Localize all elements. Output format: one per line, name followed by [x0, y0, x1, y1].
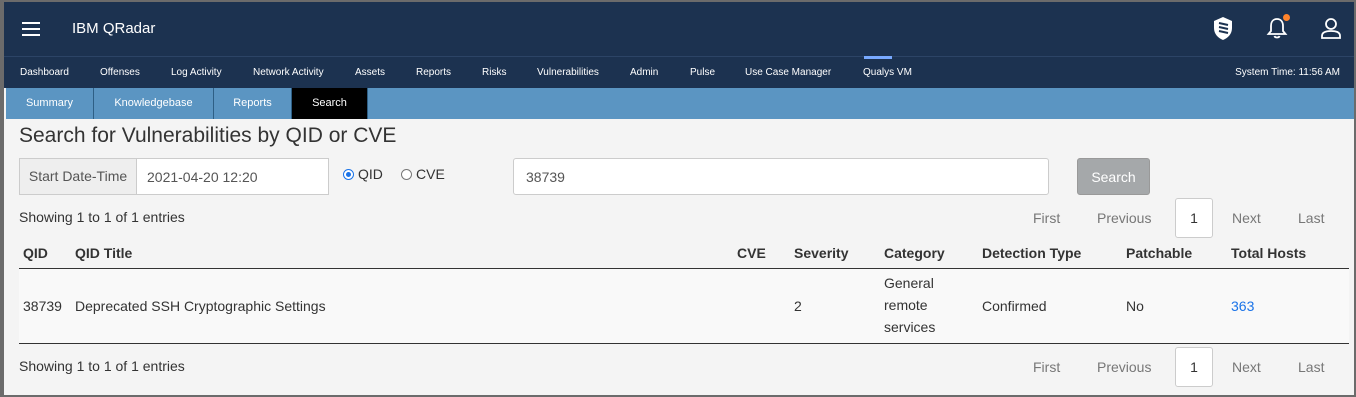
sub-tab-bar: Summary Knowledgebase Reports Search — [6, 88, 1354, 119]
nav-item-qualys-vm[interactable]: Qualys VM — [863, 67, 912, 78]
pager-page-1-bottom[interactable]: 1 — [1175, 347, 1213, 387]
radio-cve[interactable]: CVE — [401, 166, 445, 182]
top-bar: IBM QRadar — [4, 2, 1354, 56]
shield-app-icon[interactable] — [1210, 15, 1236, 41]
radio-cve-circle[interactable] — [401, 168, 412, 180]
system-time: System Time: 11:56 AM — [1235, 67, 1340, 78]
entries-info-top: Showing 1 to 1 of 1 entries — [19, 209, 185, 225]
column-header-severity[interactable]: Severity — [794, 245, 848, 261]
start-date-label: Start Date-Time — [20, 159, 137, 194]
notification-badge — [1283, 14, 1290, 21]
app-title: IBM QRadar — [72, 20, 156, 37]
radio-qid-label: QID — [358, 166, 383, 182]
pager-first-top[interactable]: First — [1033, 210, 1060, 226]
tab-knowledgebase[interactable]: Knowledgebase — [94, 88, 214, 119]
pager-previous-bottom[interactable]: Previous — [1097, 359, 1151, 375]
column-header-qid[interactable]: QID — [23, 245, 48, 261]
column-header-patchable[interactable]: Patchable — [1126, 245, 1192, 261]
app-window: IBM QRadar Dashboard Offenses Log Activi… — [0, 0, 1356, 397]
column-header-category[interactable]: Category — [884, 245, 945, 261]
pager-next-top[interactable]: Next — [1232, 210, 1261, 226]
pager-last-bottom[interactable]: Last — [1298, 359, 1324, 375]
cell-detection-type: Confirmed — [982, 298, 1047, 314]
nav-item-reports[interactable]: Reports — [416, 67, 451, 78]
table-row: 38739 Deprecated SSH Cryptographic Setti… — [19, 269, 1349, 343]
nav-item-vulnerabilities[interactable]: Vulnerabilities — [537, 67, 599, 78]
tab-search[interactable]: Search — [292, 88, 368, 119]
total-hosts-link[interactable]: 363 — [1231, 295, 1254, 317]
pager-first-bottom[interactable]: First — [1033, 359, 1060, 375]
search-button[interactable]: Search — [1077, 158, 1150, 195]
active-nav-indicator — [864, 56, 892, 59]
column-header-qid-title[interactable]: QID Title — [75, 245, 132, 261]
nav-item-use-case-manager[interactable]: Use Case Manager — [745, 67, 831, 78]
cell-qid: 38739 — [23, 298, 62, 314]
nav-item-admin[interactable]: Admin — [630, 67, 658, 78]
nav-item-assets[interactable]: Assets — [355, 67, 385, 78]
nav-item-pulse[interactable]: Pulse — [690, 67, 715, 78]
column-header-total-hosts[interactable]: Total Hosts — [1231, 245, 1306, 261]
nav-item-offenses[interactable]: Offenses — [100, 67, 140, 78]
radio-qid[interactable]: QID — [343, 166, 383, 182]
menu-icon[interactable] — [22, 22, 40, 36]
pager-page-1-top[interactable]: 1 — [1175, 198, 1213, 238]
start-date-input[interactable] — [137, 159, 328, 194]
nav-item-log-activity[interactable]: Log Activity — [171, 67, 222, 78]
cell-category-line-1: General — [884, 275, 934, 291]
cell-category-line-2: remote — [884, 297, 928, 313]
table-bottom-divider — [19, 343, 1349, 344]
nav-item-dashboard[interactable]: Dashboard — [20, 67, 69, 78]
cell-patchable: No — [1126, 298, 1144, 314]
column-header-detection-type[interactable]: Detection Type — [982, 245, 1081, 261]
cell-severity: 2 — [794, 298, 802, 314]
tab-reports[interactable]: Reports — [214, 88, 292, 119]
main-nav: Dashboard Offenses Log Activity Network … — [4, 56, 1354, 88]
nav-item-network-activity[interactable]: Network Activity — [253, 67, 324, 78]
cell-category-line-3: services — [884, 319, 936, 335]
tab-summary[interactable]: Summary — [6, 88, 94, 119]
user-profile-icon[interactable] — [1318, 15, 1344, 41]
nav-item-risks[interactable]: Risks — [482, 67, 506, 78]
entries-info-bottom: Showing 1 to 1 of 1 entries — [19, 358, 185, 374]
column-header-cve[interactable]: CVE — [737, 245, 766, 261]
page-title: Search for Vulnerabilities by QID or CVE — [19, 124, 397, 147]
pager-last-top[interactable]: Last — [1298, 210, 1324, 226]
pager-previous-top[interactable]: Previous — [1097, 210, 1151, 226]
pager-next-bottom[interactable]: Next — [1232, 359, 1261, 375]
radio-cve-label: CVE — [416, 166, 445, 182]
cell-qid-title: Deprecated SSH Cryptographic Settings — [75, 298, 326, 314]
start-date-group: Start Date-Time — [19, 158, 329, 195]
search-query-input[interactable] — [513, 158, 1049, 195]
cell-category: General remote services — [884, 272, 935, 338]
radio-qid-circle[interactable] — [343, 168, 354, 180]
